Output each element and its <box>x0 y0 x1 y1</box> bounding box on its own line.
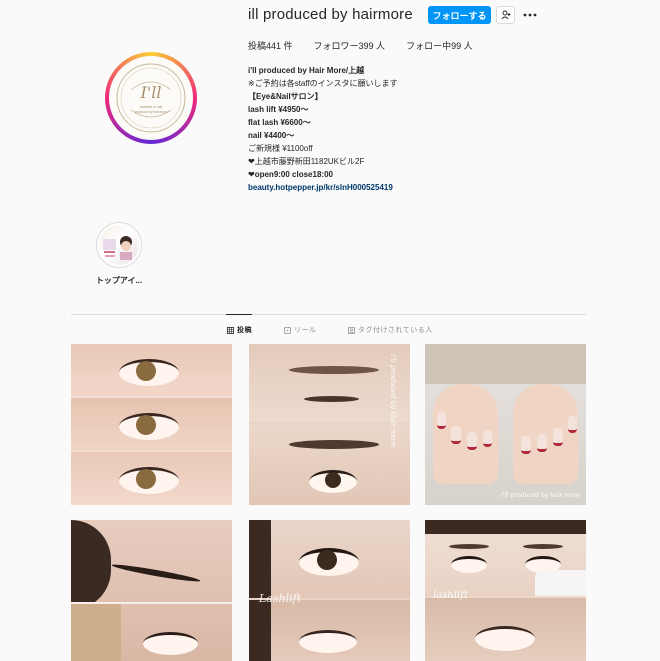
post-overlay-text: lashlift <box>433 590 468 601</box>
post-thumbnail[interactable]: Lashlift <box>249 520 410 661</box>
more-dots-icon <box>523 13 537 17</box>
lash-photo-after <box>249 520 410 598</box>
grid-icon <box>227 326 234 334</box>
salon-logo-icon: I'll eyelash & nail produced by hair mor… <box>116 63 186 133</box>
bio-line: ※ご予約は各staffのインスタに願いします <box>248 79 398 88</box>
bio-line: ❤上越市藤野新田1182UKビル2F <box>248 157 365 166</box>
bio-line: nail ¥4400〜 <box>248 131 295 140</box>
posts-count: 投稿441 件 <box>248 41 293 51</box>
bio-link[interactable]: beauty.hotpepper.jp/kr/slnH000525419 <box>248 183 393 192</box>
lash-photo-face <box>425 520 586 596</box>
bio-line: ご新規様 ¥1100off <box>248 144 313 153</box>
post-thumbnail[interactable]: i'll produced by Hair more <box>249 344 410 505</box>
suggested-accounts-button[interactable] <box>496 6 515 24</box>
post-overlay-text: Lashlift <box>259 592 302 605</box>
bio-line: lash lift ¥4950〜 <box>248 105 309 114</box>
add-user-icon <box>500 10 510 20</box>
bio-line: 【Eye&Nailサロン】 <box>248 92 323 101</box>
lash-photo-before <box>249 600 410 661</box>
eye-photo-strip <box>71 452 232 505</box>
active-tab-indicator <box>226 314 252 315</box>
tab-reels[interactable]: リール <box>284 325 317 335</box>
story-highlight-thumbnail[interactable] <box>99 225 139 265</box>
post-overlay-text: i'll produced by Hair more <box>389 354 397 448</box>
reels-icon <box>284 326 291 334</box>
followers-count[interactable]: フォロワー399 人 <box>314 39 386 52</box>
follow-button[interactable]: フォローする <box>428 6 491 24</box>
tabs-divider <box>71 314 586 315</box>
story-highlight-label: トップアイ... <box>95 276 143 285</box>
tab-posts[interactable]: 投稿 <box>227 325 252 335</box>
post-thumbnail[interactable] <box>71 344 232 505</box>
following-count[interactable]: フォロー中99 人 <box>406 39 473 52</box>
eye-photo-strip <box>71 398 232 450</box>
logo-script-text: I'll <box>140 83 162 102</box>
logo-line1: eyelash & nail <box>140 105 163 109</box>
profile-username: ill produced by hairmore <box>248 6 413 23</box>
tab-label: タグ付けされている人 <box>358 327 433 334</box>
bio-line: flat lash ¥6600〜 <box>248 118 311 127</box>
avatar[interactable]: I'll eyelash & nail produced by hair mor… <box>109 56 193 140</box>
bio-line: ❤open9:00 close18:00 <box>248 170 333 179</box>
logo-line2: produced by hair more <box>135 110 167 114</box>
eye-photo-strip <box>71 344 232 396</box>
more-options-button[interactable] <box>522 6 538 24</box>
profile-bio: i'll produced by Hair More/上越 ※ご予約は各staf… <box>248 64 398 194</box>
highlight-image-icon <box>103 236 132 260</box>
post-thumbnail[interactable]: lashlift <box>425 520 586 661</box>
brow-photo-after <box>249 424 410 505</box>
profile-stats: 投稿441 件 フォロワー399 人 フォロー中99 人 <box>248 39 494 52</box>
brow-photo-before <box>249 344 410 422</box>
post-thumbnail[interactable]: i'll produced by hair more <box>425 344 586 505</box>
tab-label: リール <box>294 327 317 334</box>
tagged-icon <box>348 326 355 334</box>
tab-label: 投稿 <box>237 327 252 334</box>
tab-tagged[interactable]: タグ付けされている人 <box>348 325 433 335</box>
post-overlay-text: i'll produced by hair more <box>501 492 580 499</box>
bio-name: i'll produced by Hair More/上越 <box>248 66 365 75</box>
lash-photo-closeup <box>425 598 586 661</box>
post-thumbnail[interactable] <box>71 520 232 661</box>
